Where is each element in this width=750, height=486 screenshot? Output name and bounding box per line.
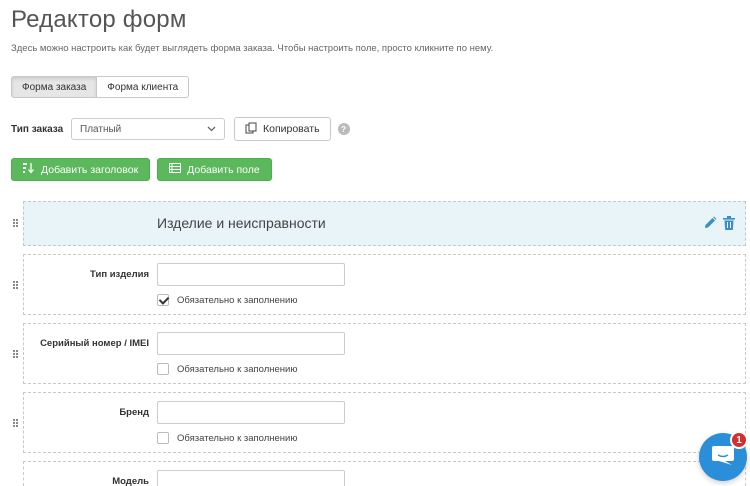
- field-block-model[interactable]: Модель: [23, 461, 746, 486]
- copy-button-label: Копировать: [263, 123, 320, 135]
- required-checkbox[interactable]: [157, 432, 169, 444]
- sort-icon: [23, 162, 35, 177]
- section-header[interactable]: Изделие и неисправности: [23, 201, 746, 246]
- order-type-row: Тип заказа Платный Копировать ?: [11, 117, 350, 141]
- drag-handle-icon[interactable]: [13, 350, 18, 358]
- form-tabs: Форма заказа Форма клиента: [11, 76, 190, 98]
- drag-handle-icon[interactable]: [13, 419, 18, 427]
- required-label: Обязательно к заполнению: [177, 363, 298, 375]
- field-label: Тип изделия: [90, 269, 149, 280]
- drag-handle-icon[interactable]: [13, 281, 18, 289]
- required-row: Обязательно к заполнению: [157, 432, 297, 444]
- field-label: Модель: [112, 476, 149, 486]
- brand-input[interactable]: [157, 401, 345, 424]
- copy-button[interactable]: Копировать: [234, 117, 331, 141]
- notification-badge: 1: [730, 431, 748, 449]
- required-row: Обязательно к заполнению: [157, 294, 297, 306]
- tab-client-form[interactable]: Форма клиента: [97, 76, 190, 98]
- field-block-product-type[interactable]: Тип изделия Обязательно к заполнению: [23, 254, 746, 315]
- add-header-button[interactable]: Добавить заголовок: [11, 158, 151, 181]
- drag-handle-icon[interactable]: [13, 219, 18, 227]
- section-title: Изделие и неисправности: [157, 215, 326, 231]
- copy-icon: [245, 122, 257, 137]
- trash-icon[interactable]: [723, 216, 735, 230]
- field-label: Бренд: [119, 407, 149, 418]
- required-label: Обязательно к заполнению: [177, 294, 298, 306]
- help-icon[interactable]: ?: [337, 123, 350, 135]
- order-type-label: Тип заказа: [11, 123, 64, 135]
- order-type-select[interactable]: Платный: [71, 118, 225, 140]
- chevron-down-icon: [207, 124, 216, 134]
- product-type-input[interactable]: [157, 263, 345, 286]
- serial-number-input[interactable]: [157, 332, 345, 355]
- add-header-label: Добавить заголовок: [41, 163, 139, 176]
- pencil-icon[interactable]: [703, 216, 717, 230]
- page-title: Редактор форм: [11, 6, 187, 33]
- add-field-button[interactable]: Добавить поле: [157, 158, 272, 181]
- list-icon: [169, 163, 182, 176]
- add-field-label: Добавить поле: [187, 163, 260, 176]
- field-block-serial-number[interactable]: Серийный номер / IMEI Обязательно к запо…: [23, 323, 746, 384]
- order-type-value: Платный: [80, 123, 122, 135]
- required-checkbox[interactable]: [157, 294, 169, 306]
- page-subtitle: Здесь можно настроить как будет выглядет…: [11, 43, 494, 54]
- field-label: Серийный номер / IMEI: [40, 338, 149, 349]
- chat-icon: [711, 444, 735, 471]
- tab-order-form[interactable]: Форма заказа: [11, 76, 98, 98]
- required-checkbox[interactable]: [157, 363, 169, 375]
- model-input[interactable]: [157, 470, 345, 486]
- required-label: Обязательно к заполнению: [177, 432, 298, 444]
- required-row: Обязательно к заполнению: [157, 363, 297, 375]
- field-block-brand[interactable]: Бренд Обязательно к заполнению: [23, 392, 746, 453]
- actions-bar: Добавить заголовок Добавить поле: [11, 158, 272, 181]
